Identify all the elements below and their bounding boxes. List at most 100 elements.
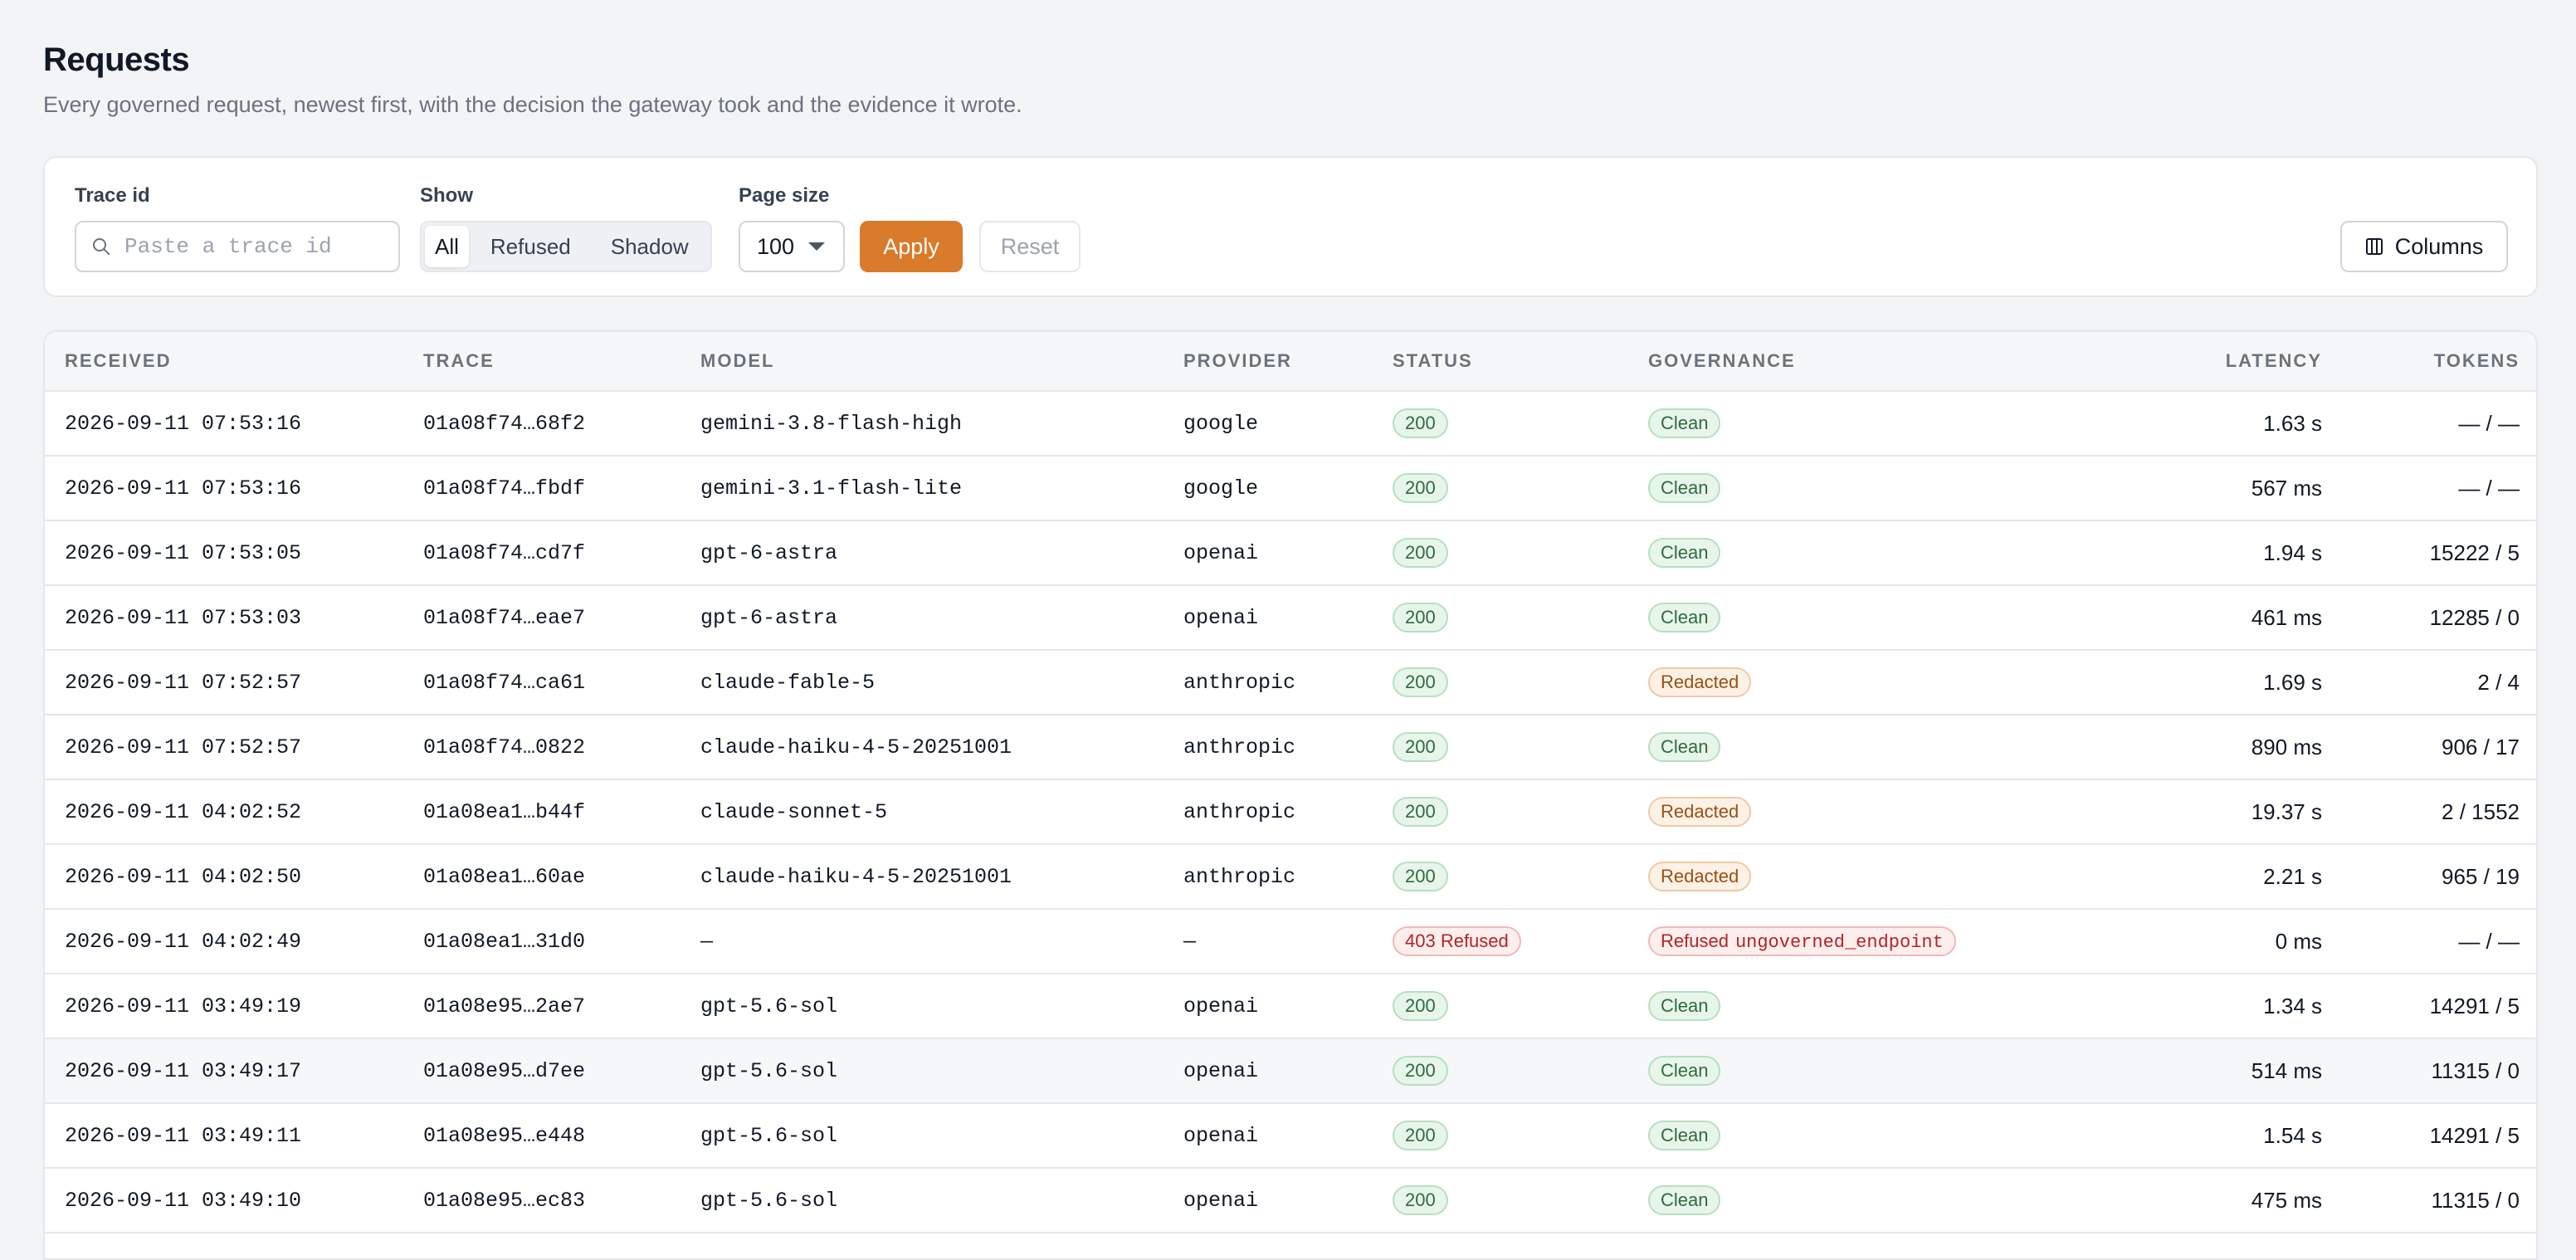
page-size-select[interactable]: 100: [739, 221, 845, 272]
col-model-header[interactable]: MODEL: [700, 332, 1183, 392]
model-cell: gpt-6-astra: [700, 520, 1183, 586]
trace-cell[interactable]: 01a08f74…0822: [423, 715, 700, 780]
received-cell: 2026-09-11 04:02:52: [45, 779, 423, 845]
provider-cell: openai: [1183, 1038, 1393, 1104]
col-tokens-header[interactable]: TOKENS: [2322, 332, 2536, 392]
col-received-header[interactable]: RECEIVED: [45, 332, 423, 392]
page-size-value: 100: [757, 233, 795, 259]
table-row[interactable]: 2026-09-11 07:53:16 01a08f74…fbdf gemini-3…: [45, 456, 2536, 521]
provider-cell: anthropic: [1183, 650, 1393, 715]
status-badge: 200: [1393, 408, 1448, 438]
model-cell: gemini-3.8-flash-high: [700, 391, 1183, 457]
governance-badge: Clean: [1648, 408, 1721, 438]
table-row[interactable]: 2026-09-11 03:49:17 01a08e95…d7ee gpt-5.6-…: [45, 1038, 2536, 1104]
status-badge: 200: [1393, 862, 1448, 891]
show-label: Show: [420, 184, 473, 207]
provider-cell: openai: [1183, 520, 1393, 586]
page-title: Requests: [43, 42, 190, 78]
governance-cell: Redacted: [1648, 779, 2100, 845]
governance-badge: Refused ungoverned_endpoint: [1648, 926, 1956, 956]
received-cell: 2026-09-11 04:02:50: [45, 844, 423, 910]
col-trace-header[interactable]: TRACE: [423, 332, 700, 392]
status-cell: 403 Refused: [1393, 909, 1648, 974]
trace-cell[interactable]: 01a08e95…2ae7: [423, 974, 700, 1039]
col-governance-header[interactable]: GOVERNANCE: [1648, 332, 2100, 392]
governance-label: Clean: [1661, 1060, 1709, 1081]
trace-id-label: Trace id: [75, 184, 150, 207]
received-cell: 2026-09-11 03:49:17: [45, 1038, 423, 1104]
table-body: 2026-09-11 07:53:16 01a08f74…68f2 gemini-3…: [45, 391, 2536, 1233]
received-cell: 2026-09-11 07:53:16: [45, 456, 423, 521]
show-option-all[interactable]: All: [425, 226, 469, 267]
show-option-shadow[interactable]: Shadow: [593, 226, 707, 267]
show-segmented-control: All Refused Shadow: [420, 221, 712, 272]
provider-cell: anthropic: [1183, 844, 1393, 910]
tokens-cell: 11315 / 0: [2322, 1168, 2536, 1233]
trace-cell[interactable]: 01a08f74…68f2: [423, 391, 700, 457]
status-badge: 200: [1393, 603, 1448, 632]
requests-table: RECEIVED TRACE MODEL PROVIDER STATUS GOV…: [45, 332, 2536, 1233]
status-badge: 200: [1393, 797, 1448, 827]
apply-button[interactable]: Apply: [860, 221, 963, 272]
table-row[interactable]: 2026-09-11 04:02:50 01a08ea1…60ae claude-h…: [45, 844, 2536, 910]
status-badge: 200: [1393, 732, 1448, 762]
model-cell: gpt-6-astra: [700, 585, 1183, 651]
col-provider-header[interactable]: PROVIDER: [1183, 332, 1393, 392]
show-option-refused[interactable]: Refused: [472, 226, 589, 267]
reset-button[interactable]: Reset: [979, 221, 1081, 272]
received-cell: 2026-09-11 03:49:10: [45, 1168, 423, 1233]
table-row[interactable]: 2026-09-11 07:52:57 01a08f74…ca61 claude-f…: [45, 650, 2536, 715]
governance-badge: Clean: [1648, 991, 1721, 1021]
trace-cell[interactable]: 01a08ea1…31d0: [423, 909, 700, 974]
trace-cell[interactable]: 01a08f74…cd7f: [423, 520, 700, 586]
table-row[interactable]: 2026-09-11 04:02:52 01a08ea1…b44f claude-s…: [45, 779, 2536, 845]
governance-badge: Redacted: [1648, 667, 1752, 697]
provider-cell: anthropic: [1183, 715, 1393, 780]
governance-reason: ungoverned_endpoint: [1734, 932, 1944, 953]
provider-cell: openai: [1183, 1168, 1393, 1233]
columns-button-label: Columns: [2394, 233, 2484, 259]
table-row[interactable]: 2026-09-11 07:53:03 01a08f74…eae7 gpt-6-as…: [45, 585, 2536, 651]
status-cell: 200: [1393, 1103, 1648, 1169]
trace-id-field[interactable]: [75, 221, 400, 272]
status-badge: 403 Refused: [1393, 926, 1521, 956]
tokens-cell: 12285 / 0: [2322, 585, 2536, 651]
trace-cell[interactable]: 01a08f74…eae7: [423, 585, 700, 651]
table-row[interactable]: 2026-09-11 07:53:16 01a08f74…68f2 gemini-3…: [45, 391, 2536, 457]
table-row[interactable]: 2026-09-11 07:52:57 01a08f74…0822 claude-h…: [45, 715, 2536, 780]
model-cell: gpt-5.6-sol: [700, 974, 1183, 1039]
governance-cell: Redacted: [1648, 844, 2100, 910]
col-latency-header[interactable]: LATENCY: [2100, 332, 2322, 392]
received-cell: 2026-09-11 03:49:19: [45, 974, 423, 1039]
tokens-cell: 965 / 19: [2322, 844, 2536, 910]
model-cell: —: [700, 909, 1183, 974]
governance-badge: Clean: [1648, 732, 1721, 762]
table-row[interactable]: 2026-09-11 03:49:10 01a08e95…ec83 gpt-5.6-…: [45, 1168, 2536, 1233]
table-row[interactable]: 2026-09-11 03:49:11 01a08e95…e448 gpt-5.6-…: [45, 1103, 2536, 1169]
trace-cell[interactable]: 01a08e95…ec83: [423, 1168, 700, 1233]
governance-label: Clean: [1661, 1125, 1709, 1145]
trace-cell[interactable]: 01a08ea1…b44f: [423, 779, 700, 845]
table-row[interactable]: 2026-09-11 03:49:19 01a08e95…2ae7 gpt-5.6-…: [45, 974, 2536, 1039]
col-status-header[interactable]: STATUS: [1393, 332, 1648, 392]
status-badge: 200: [1393, 1056, 1448, 1086]
trace-cell[interactable]: 01a08e95…e448: [423, 1103, 700, 1169]
columns-button[interactable]: Columns: [2340, 221, 2508, 272]
received-cell: 2026-09-11 07:53:03: [45, 585, 423, 651]
requests-table-card: RECEIVED TRACE MODEL PROVIDER STATUS GOV…: [43, 330, 2538, 1260]
model-cell: claude-haiku-4-5-20251001: [700, 844, 1183, 910]
tokens-cell: — / —: [2322, 391, 2536, 457]
trace-cell[interactable]: 01a08e95…d7ee: [423, 1038, 700, 1104]
trace-cell[interactable]: 01a08f74…fbdf: [423, 456, 700, 521]
status-badge: 200: [1393, 1185, 1448, 1215]
tokens-cell: 2 / 1552: [2322, 779, 2536, 845]
trace-cell[interactable]: 01a08f74…ca61: [423, 650, 700, 715]
table-row[interactable]: 2026-09-11 07:53:05 01a08f74…cd7f gpt-6-as…: [45, 520, 2536, 586]
tokens-cell: 15222 / 5: [2322, 520, 2536, 586]
table-row[interactable]: 2026-09-11 04:02:49 01a08ea1…31d0— —403 Re…: [45, 909, 2536, 974]
trace-id-input[interactable]: [123, 233, 392, 260]
tokens-cell: — / —: [2322, 909, 2536, 974]
governance-badge: Clean: [1648, 538, 1721, 568]
governance-label: Clean: [1661, 477, 1709, 498]
trace-cell[interactable]: 01a08ea1…60ae: [423, 844, 700, 910]
